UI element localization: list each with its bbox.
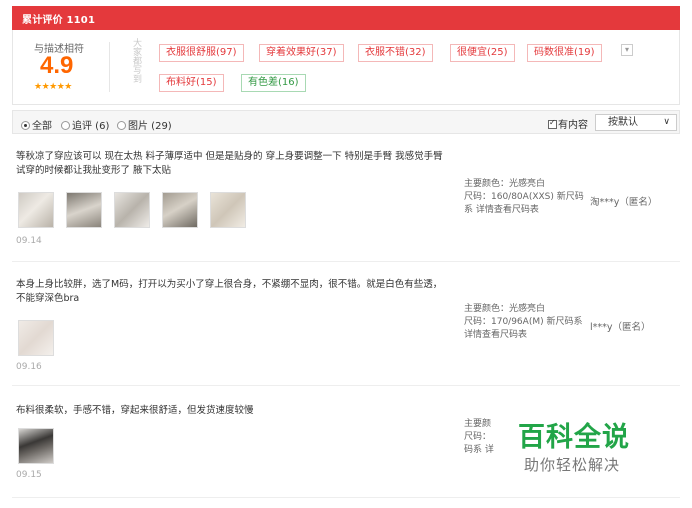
review-text: 等秋凉了穿应该可以 现在太热 料子薄厚适中 但是是贴身的 穿上身要调整一下 特别… xyxy=(16,151,443,176)
review-photo[interactable] xyxy=(18,428,54,464)
watermark-title: 百科全说 xyxy=(518,422,630,453)
filter-all[interactable]: 全部 xyxy=(21,117,52,132)
filter-pictures[interactable]: 图片 (29) xyxy=(117,117,172,132)
radio-icon xyxy=(61,121,70,130)
tag-cheap[interactable]: 很便宜(25) xyxy=(450,44,515,62)
review-user: l***y（匿名） xyxy=(590,322,651,333)
review-text: 本身上身比较胖，选了M码，打开以为买小了穿上很合身，不紧绷不显肉，很不错。就是白… xyxy=(16,279,443,304)
tag-comfortable[interactable]: 衣服很舒服(97) xyxy=(159,44,244,62)
review-header-bar: 累计评价 1101 xyxy=(12,6,680,30)
filter-all-label: 全部 xyxy=(32,121,52,132)
review-photo[interactable] xyxy=(66,192,102,228)
review-photo[interactable] xyxy=(114,192,150,228)
review-item: 等秋凉了穿应该可以 现在太热 料子薄厚适中 但是是贴身的 穿上身要调整一下 特别… xyxy=(12,150,680,262)
filter-followup-label: 追评 (6) xyxy=(72,121,110,132)
score-value: 4.9 xyxy=(40,52,74,79)
has-content-label: 有内容 xyxy=(558,120,588,131)
review-filter-bar: 全部 追评 (6) 图片 (29) 有内容 按默认 ∨ xyxy=(12,110,680,134)
review-date: 09.16 xyxy=(16,362,42,372)
tag-size-accurate[interactable]: 码数很准(19) xyxy=(527,44,602,62)
filter-followup[interactable]: 追评 (6) xyxy=(61,117,109,132)
tag-color-difference[interactable]: 有色差(16) xyxy=(241,74,306,92)
review-item: 本身上身比较胖，选了M码，打开以为买小了穿上很合身，不紧绷不显肉，很不错。就是白… xyxy=(12,278,680,386)
sku-size: 尺码：160/80A(XXS) 新尺码系 详情查看尺码表 xyxy=(464,192,584,215)
checkbox-checked-icon xyxy=(548,118,557,129)
filter-pictures-label: 图片 (29) xyxy=(128,121,172,132)
tags-vertical-label: 大家都写到 xyxy=(131,38,141,83)
tag-good-fabric[interactable]: 布料好(15) xyxy=(159,74,224,92)
review-text: 布料很柔软，手感不错，穿起来很舒适，但发货速度较慢 xyxy=(16,405,254,416)
watermark-subtitle: 助你轻松解决 xyxy=(524,456,621,474)
review-photo[interactable] xyxy=(162,192,198,228)
sku-color: 主要颜色：光感亮白 xyxy=(464,304,546,314)
review-date: 09.14 xyxy=(16,236,42,246)
review-photo[interactable] xyxy=(18,192,54,228)
watermark-logo: 百科全说 助你轻松解决 xyxy=(504,412,654,476)
star-rating: ★★★★★ xyxy=(34,82,72,92)
sort-select[interactable]: 按默认 ∨ xyxy=(595,114,677,131)
rating-summary: 与描述相符 4.9 ★★★★★ 大家都写到 衣服很舒服(97) 穿着效果好(37… xyxy=(12,30,680,105)
summary-divider xyxy=(109,42,110,92)
radio-icon xyxy=(117,121,126,130)
chevron-down-icon: ∨ xyxy=(663,117,670,127)
tag-good-clothes[interactable]: 衣服不错(32) xyxy=(358,44,433,62)
has-content-checkbox[interactable]: 有内容 xyxy=(548,116,588,131)
review-date: 09.15 xyxy=(16,470,42,480)
tag-wear-effect[interactable]: 穿着效果好(37) xyxy=(259,44,344,62)
review-user: 淘***y（匿名） xyxy=(590,197,658,208)
review-sku-info: 主要颜色：光感亮白 尺码：170/96A(M) 新尺码系 详情查看尺码表 xyxy=(464,303,584,342)
sku-color: 主要颜色：光感亮白 xyxy=(464,179,546,189)
chevron-down-icon[interactable]: ▾ xyxy=(621,44,633,56)
review-photo[interactable] xyxy=(18,320,54,356)
review-total-title: 累计评价 1101 xyxy=(22,15,96,26)
sort-select-value: 按默认 xyxy=(608,117,638,128)
review-sku-info: 主要颜色：光感亮白 尺码：160/80A(XXS) 新尺码系 详情查看尺码表 xyxy=(464,178,584,217)
review-photo[interactable] xyxy=(210,192,246,228)
radio-selected-icon xyxy=(21,121,30,130)
sku-size: 尺码：170/96A(M) 新尺码系 详情查看尺码表 xyxy=(464,317,583,340)
